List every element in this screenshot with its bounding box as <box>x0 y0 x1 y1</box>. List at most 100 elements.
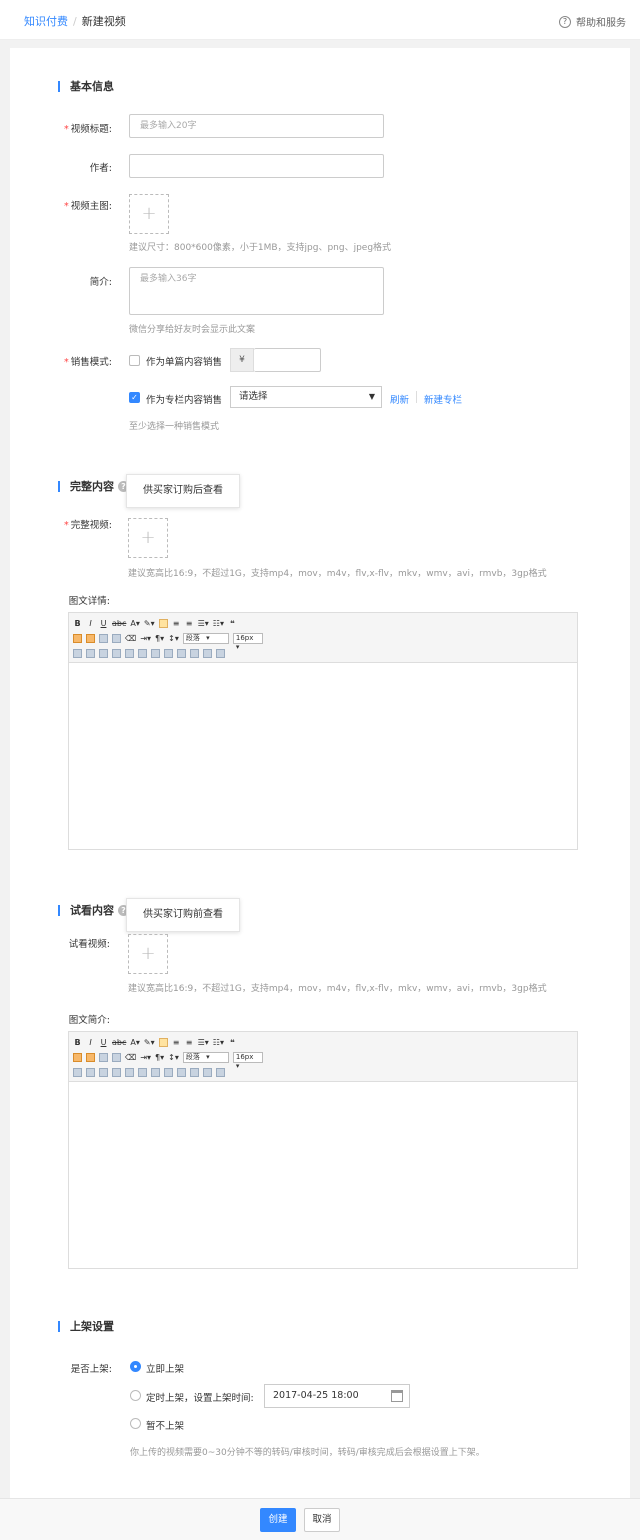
line-height-icon[interactable]: ↕▾ <box>168 1053 179 1062</box>
underline-icon[interactable]: U <box>99 619 108 628</box>
indent-icon[interactable]: ⇥▾ <box>140 634 151 643</box>
video-icon[interactable] <box>99 1052 108 1062</box>
bullet-list-icon[interactable]: ☰▾ <box>198 619 209 628</box>
divider <box>416 391 417 403</box>
paragraph-icon[interactable]: ¶▾ <box>155 1053 164 1062</box>
summary-textarea[interactable]: 最多输入36字 <box>129 267 384 315</box>
cover-upload-button[interactable]: + <box>129 194 169 234</box>
emoji-icon[interactable] <box>73 1052 82 1062</box>
align-left-icon[interactable] <box>158 1037 168 1047</box>
author-input[interactable] <box>129 154 384 178</box>
delete-row-icon[interactable] <box>125 648 134 658</box>
paragraph-select[interactable]: 段落 ▾ <box>182 1051 229 1063</box>
table-split-icon[interactable] <box>99 648 108 658</box>
trial-video-upload-button[interactable]: + <box>128 934 168 974</box>
italic-icon[interactable]: I <box>86 619 95 628</box>
more-icon[interactable] <box>216 648 225 658</box>
bold-icon[interactable]: B <box>73 1038 82 1047</box>
breadcrumb-current: 新建视频 <box>81 15 126 28</box>
table-split-icon[interactable] <box>99 1067 108 1077</box>
highlight-icon[interactable]: ✎▾ <box>144 1038 155 1047</box>
full-video-upload-button[interactable]: + <box>128 518 168 558</box>
table-icon[interactable] <box>73 1067 82 1077</box>
paragraph-icon[interactable]: ¶▾ <box>155 634 164 643</box>
cell-props-icon[interactable] <box>177 648 186 658</box>
column-sale-checkbox[interactable]: ✓ <box>129 392 140 403</box>
delete-col-icon[interactable] <box>151 648 160 658</box>
bold-icon[interactable]: B <box>73 619 82 628</box>
number-list-icon[interactable]: ☷▾ <box>213 1038 224 1047</box>
image-icon[interactable] <box>86 1052 95 1062</box>
delete-table-icon[interactable] <box>203 648 212 658</box>
align-center-icon[interactable]: ≡ <box>172 619 181 628</box>
quote-icon[interactable]: ❝ <box>228 619 237 628</box>
price-input[interactable] <box>254 348 321 372</box>
font-color-icon[interactable]: A▾ <box>130 619 140 628</box>
align-right-icon[interactable]: ≡ <box>185 619 194 628</box>
highlight-icon[interactable]: ✎▾ <box>144 619 155 628</box>
full-video-label: * 完整视频: <box>64 520 112 531</box>
table-props-icon[interactable] <box>190 648 199 658</box>
shelf-now-radio[interactable] <box>130 1361 141 1372</box>
help-link[interactable]: ? 帮助和服务 <box>559 14 626 29</box>
number-list-icon[interactable]: ☷▾ <box>213 619 224 628</box>
shelf-scheduled-radio[interactable] <box>130 1390 141 1401</box>
summary-label: 简介: <box>89 277 112 288</box>
delete-table-icon[interactable] <box>203 1067 212 1077</box>
delete-col-icon[interactable] <box>151 1067 160 1077</box>
column-select[interactable]: 请选择 ▼ <box>230 386 382 408</box>
insert-row-icon[interactable] <box>112 1067 121 1077</box>
insert-row-icon[interactable] <box>112 648 121 658</box>
eraser-icon[interactable]: ⌫ <box>125 634 136 643</box>
breadcrumb-parent-link[interactable]: 知识付费 <box>24 15 68 28</box>
align-center-icon[interactable]: ≡ <box>172 1038 181 1047</box>
refresh-link[interactable]: 刷新 <box>390 392 409 406</box>
font-size-select[interactable]: 16px ▾ <box>232 1051 263 1070</box>
shelf-scheduled-label: 定时上架，设置上架时间: <box>146 1393 254 1404</box>
italic-icon[interactable]: I <box>86 1038 95 1047</box>
line-height-icon[interactable]: ↕▾ <box>168 634 179 643</box>
emoji-icon[interactable] <box>73 633 82 643</box>
delete-row-icon[interactable] <box>125 1067 134 1077</box>
insert-col-icon[interactable] <box>138 1067 147 1077</box>
quote-icon[interactable]: ❝ <box>228 1038 237 1047</box>
eraser-icon[interactable]: ⌫ <box>125 1053 136 1062</box>
shelf-datetime-input[interactable]: 2017-04-25 18:00 <box>264 1384 410 1408</box>
strikethrough-icon[interactable]: abc <box>112 619 126 628</box>
table-icon[interactable] <box>73 648 82 658</box>
cover-label: * 视频主图: <box>64 201 112 212</box>
shelf-now-label: 立即上架 <box>146 1364 185 1375</box>
cell-align-icon[interactable] <box>164 1067 173 1077</box>
strikethrough-icon[interactable]: abc <box>112 1038 126 1047</box>
video-title-input[interactable]: 最多输入20字 <box>129 114 384 138</box>
create-button[interactable]: 创建 <box>260 1508 296 1532</box>
shelf-label: 是否上架: <box>70 1364 112 1375</box>
link-icon[interactable] <box>112 1052 121 1062</box>
video-icon[interactable] <box>99 633 108 643</box>
link-icon[interactable] <box>112 633 121 643</box>
image-icon[interactable] <box>86 633 95 643</box>
font-color-icon[interactable]: A▾ <box>130 1038 140 1047</box>
cell-align-icon[interactable] <box>164 648 173 658</box>
font-size-select[interactable]: 16px ▾ <box>232 632 263 651</box>
table-merge-icon[interactable] <box>86 1067 95 1077</box>
align-right-icon[interactable]: ≡ <box>185 1038 194 1047</box>
table-props-icon[interactable] <box>190 1067 199 1077</box>
sale-mode-hint: 至少选择一种销售模式 <box>129 422 220 432</box>
new-column-link[interactable]: 新建专栏 <box>424 392 462 406</box>
cell-props-icon[interactable] <box>177 1067 186 1077</box>
calendar-icon[interactable] <box>391 1390 403 1402</box>
rich-text-editor-full[interactable]: B I U abc A▾ ✎▾ ≡ ≡ ☰▾ ☷▾ ❝ ⌫ ⇥▾ ¶▾ ↕▾ 段… <box>68 612 578 850</box>
bullet-list-icon[interactable]: ☰▾ <box>198 1038 209 1047</box>
more-icon[interactable] <box>216 1067 225 1077</box>
paragraph-select[interactable]: 段落 ▾ <box>182 632 229 644</box>
table-merge-icon[interactable] <box>86 648 95 658</box>
underline-icon[interactable]: U <box>99 1038 108 1047</box>
insert-col-icon[interactable] <box>138 648 147 658</box>
single-sale-checkbox[interactable] <box>129 355 140 366</box>
align-left-icon[interactable] <box>158 618 168 628</box>
rich-text-editor-trial[interactable]: B I U abc A▾ ✎▾ ≡ ≡ ☰▾ ☷▾ ❝ ⌫ ⇥▾ ¶▾ ↕▾ 段… <box>68 1031 578 1269</box>
indent-icon[interactable]: ⇥▾ <box>140 1053 151 1062</box>
cancel-button[interactable]: 取消 <box>304 1508 340 1532</box>
shelf-none-radio[interactable] <box>130 1418 141 1429</box>
